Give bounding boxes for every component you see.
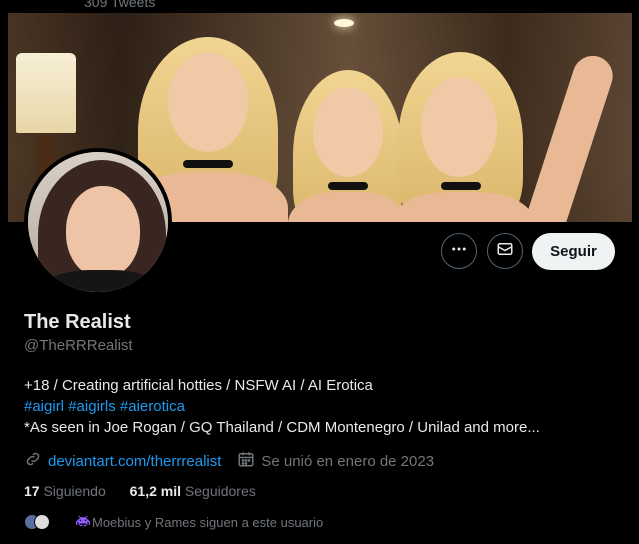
follow-stats: 17 Siguiendo 61,2 mil Seguidores <box>24 483 256 499</box>
message-button[interactable] <box>487 233 523 269</box>
banner-ceiling-light <box>334 19 354 27</box>
bio-hashtags: #aigirl #aigirls #aierotica <box>24 396 624 417</box>
more-horizontal-icon <box>450 240 468 263</box>
follow-button[interactable]: Seguir <box>532 233 615 270</box>
banner-lamp <box>16 53 76 133</box>
profile-avatar[interactable] <box>24 148 172 296</box>
calendar-icon <box>237 450 255 472</box>
banner-person-right <box>393 32 533 222</box>
banner-raised-arm <box>518 32 628 222</box>
website-link[interactable]: deviantart.com/therrrealist <box>48 453 221 470</box>
profile-name: The Realist <box>24 311 131 333</box>
hashtag-link[interactable]: #aierotica <box>120 398 185 415</box>
mutual-avatar <box>34 514 50 530</box>
mutual-text: Moebius y Rames siguen a este usuario <box>92 514 324 530</box>
banner-person-middle <box>288 42 408 222</box>
bio-line: *As seen in Joe Rogan / GQ Thailand / CD… <box>24 419 540 436</box>
hashtag-link[interactable]: #aigirls <box>68 398 116 415</box>
tweet-count: 309 Tweets <box>84 0 156 10</box>
invader-icon <box>76 515 90 530</box>
hashtag-link[interactable]: #aigirl <box>24 398 64 415</box>
profile-handle: @TheRRRealist <box>24 337 133 354</box>
following-count: 17 <box>24 483 40 499</box>
envelope-icon <box>496 240 514 263</box>
followers-stat[interactable]: 61,2 mil Seguidores <box>130 483 256 499</box>
following-label: Siguiendo <box>43 483 106 499</box>
profile-meta: deviantart.com/therrrealist Se unió en e… <box>24 450 434 472</box>
following-stat[interactable]: 17 Siguiendo <box>24 483 110 499</box>
followers-label: Seguidores <box>184 483 256 499</box>
followers-count: 61,2 mil <box>129 483 182 499</box>
mutual-followers[interactable]: Moebius y Rames siguen a este usuario <box>24 514 323 530</box>
profile-link: deviantart.com/therrrealist <box>24 450 221 472</box>
bio-line: +18 / Creating artificial hotties / NSFW… <box>24 377 373 394</box>
more-options-button[interactable] <box>441 233 477 269</box>
join-date: Se unió en enero de 2023 <box>237 450 434 472</box>
link-icon <box>24 450 42 472</box>
join-date-text: Se unió en enero de 2023 <box>261 452 435 470</box>
profile-bio: +18 / Creating artificial hotties / NSFW… <box>24 375 624 438</box>
